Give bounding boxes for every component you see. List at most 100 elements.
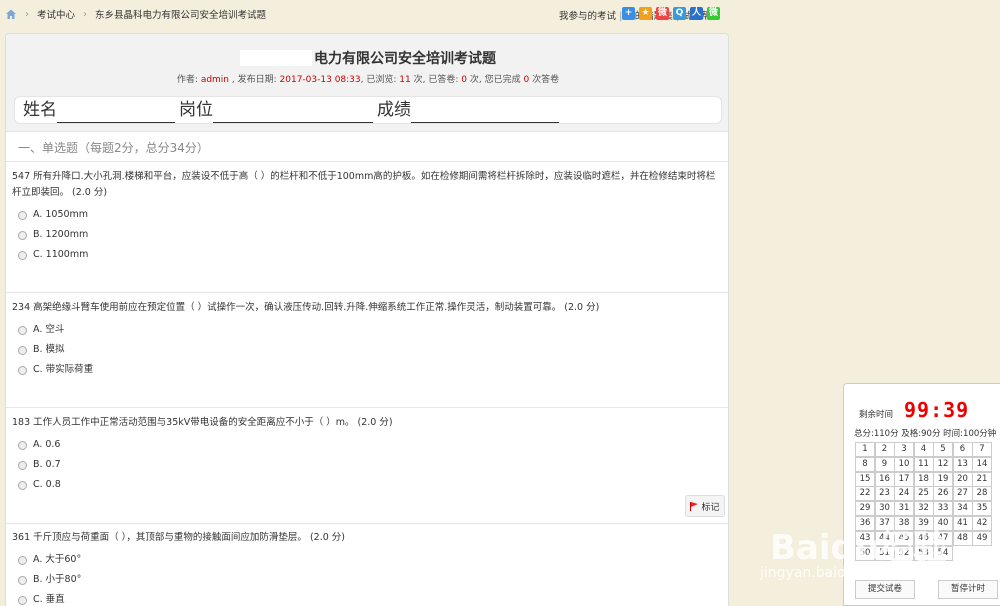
link-my-exams[interactable]: 我参与的考试 bbox=[559, 11, 616, 22]
radio-button[interactable] bbox=[18, 460, 27, 470]
divider bbox=[6, 161, 728, 162]
question-text: 183 工作人员工作中正常活动范围与35kV带电设备的安全距离应不小于（ ）m。… bbox=[12, 417, 393, 428]
page-title: 电力有限公司安全培训考试题 bbox=[314, 51, 496, 67]
name-label: 姓名 bbox=[23, 100, 57, 120]
question-number-cell[interactable]: 23 bbox=[874, 486, 895, 502]
radio-button[interactable] bbox=[18, 210, 27, 220]
breadcrumb-current[interactable]: 东乡县晶科电力有限公司安全培训考试题 bbox=[95, 7, 266, 21]
radio-button[interactable] bbox=[18, 365, 27, 375]
option-item[interactable]: A. 1050mm bbox=[18, 205, 722, 225]
question-number-cell[interactable]: 21 bbox=[972, 471, 992, 487]
question-number-cell[interactable]: 18 bbox=[913, 471, 934, 487]
question-number-cell[interactable]: 27 bbox=[952, 486, 973, 502]
radio-button[interactable] bbox=[18, 440, 27, 450]
question-number-cell[interactable]: 5 bbox=[933, 442, 953, 457]
mark-label: 标记 bbox=[701, 502, 720, 513]
share-icons: + ★ 微 Q 人 微 bbox=[622, 7, 720, 20]
radio-button[interactable] bbox=[18, 595, 27, 605]
question-item: 234 高架绝缘斗臂车使用前应在预定位置（ ）试操作一次，确认液压传动.回转.升… bbox=[12, 300, 722, 380]
radio-button[interactable] bbox=[18, 230, 27, 240]
title-row: 电力有限公司安全培训考试题 bbox=[6, 48, 730, 68]
question-number-cell[interactable]: 14 bbox=[972, 456, 992, 472]
option-item[interactable]: B. 模拟 bbox=[18, 340, 722, 360]
question-text: 234 高架绝缘斗臂车使用前应在预定位置（ ）试操作一次，确认液压传动.回转.升… bbox=[12, 302, 600, 313]
submit-button[interactable]: 提交试卷 bbox=[855, 580, 915, 599]
option-item[interactable]: A. 大于60° bbox=[18, 550, 722, 570]
home-icon[interactable] bbox=[5, 8, 17, 20]
question-number-cell[interactable]: 15 bbox=[855, 471, 875, 487]
question-number-cell[interactable]: 8 bbox=[855, 456, 875, 472]
question-number-cell[interactable]: 7 bbox=[972, 442, 992, 457]
question-number-cell[interactable]: 19 bbox=[933, 471, 953, 487]
question-number-cell[interactable]: 20 bbox=[952, 471, 973, 487]
question-item: 361 千斤顶应与荷重面（ ），其顶部与重物的接触面间应加防滑垫层。 (2.0 … bbox=[12, 530, 722, 606]
question-number-cell[interactable]: 29 bbox=[855, 501, 875, 517]
question-number-cell[interactable]: 25 bbox=[913, 486, 934, 502]
option-item[interactable]: C. 0.8 bbox=[18, 475, 722, 495]
divider bbox=[6, 407, 728, 408]
question-number-cell[interactable]: 34 bbox=[952, 501, 973, 517]
chevron-right-icon: › bbox=[25, 8, 29, 20]
title-redaction bbox=[240, 50, 312, 66]
question-number-cell[interactable]: 41 bbox=[952, 516, 973, 531]
option-item[interactable]: A. 空斗 bbox=[18, 320, 722, 340]
question-number-cell[interactable]: 13 bbox=[952, 456, 973, 472]
post-label: 岗位 bbox=[179, 100, 213, 120]
question-number-cell[interactable]: 22 bbox=[855, 486, 875, 502]
question-number-cell[interactable]: 32 bbox=[913, 501, 934, 517]
question-number-cell[interactable]: 12 bbox=[933, 456, 953, 472]
radio-button[interactable] bbox=[18, 555, 27, 565]
question-number-cell[interactable]: 4 bbox=[913, 442, 934, 457]
question-number-cell[interactable]: 6 bbox=[952, 442, 973, 457]
question-number-cell[interactable]: 24 bbox=[894, 486, 914, 502]
timer-value: 99:39 bbox=[904, 398, 970, 422]
radio-button[interactable] bbox=[18, 345, 27, 355]
question-number-cell[interactable]: 49 bbox=[972, 530, 992, 546]
star-icon[interactable]: ★ bbox=[639, 7, 652, 20]
breadcrumb-exam-center[interactable]: 考试中心 bbox=[37, 7, 75, 21]
score-blank bbox=[411, 103, 559, 123]
weibo-icon[interactable]: 微 bbox=[656, 7, 669, 20]
question-number-cell[interactable]: 2 bbox=[874, 442, 895, 457]
question-item: 547 所有升降口.大小孔洞.楼梯和平台，应装设不低于高（ ）的栏杆和不低于10… bbox=[12, 169, 722, 265]
question-number-cell[interactable]: 33 bbox=[933, 501, 953, 517]
wechat-icon[interactable]: 微 bbox=[707, 7, 720, 20]
option-item[interactable]: B. 0.7 bbox=[18, 455, 722, 475]
radio-button[interactable] bbox=[18, 480, 27, 490]
option-item[interactable]: C. 1100mm bbox=[18, 245, 722, 265]
question-number-cell[interactable]: 26 bbox=[933, 486, 953, 502]
pause-timer-button[interactable]: 暂停计时 bbox=[938, 580, 998, 599]
question-number-cell[interactable]: 30 bbox=[874, 501, 895, 517]
question-number-cell[interactable]: 35 bbox=[972, 501, 992, 517]
option-item[interactable]: A. 0.6 bbox=[18, 435, 722, 455]
watermark: Baidu经验 bbox=[770, 528, 948, 568]
question-number-cell[interactable]: 16 bbox=[874, 471, 895, 487]
renren-icon[interactable]: 人 bbox=[690, 7, 703, 20]
add-icon[interactable]: + bbox=[622, 7, 635, 20]
timer-label: 剩余时间 bbox=[859, 410, 894, 420]
option-item[interactable]: B. 小于80° bbox=[18, 570, 722, 590]
radio-button[interactable] bbox=[18, 575, 27, 585]
radio-button[interactable] bbox=[18, 325, 27, 335]
watermark-url: jingyan.baidu.com bbox=[760, 565, 890, 581]
question-number-cell[interactable]: 9 bbox=[874, 456, 895, 472]
section-title: 一、单选题（每题2分，总分34分） bbox=[18, 141, 209, 155]
option-item[interactable]: B. 1200mm bbox=[18, 225, 722, 245]
question-number-cell[interactable]: 11 bbox=[913, 456, 934, 472]
top-nav: › 考试中心 › 东乡县晶科电力有限公司安全培训考试题 bbox=[0, 0, 1000, 28]
question-number-cell[interactable]: 28 bbox=[972, 486, 992, 502]
question-number-cell[interactable]: 3 bbox=[894, 442, 914, 457]
mark-button[interactable]: 标记 bbox=[685, 495, 725, 517]
question-number-cell[interactable]: 48 bbox=[952, 530, 973, 546]
option-item[interactable]: C. 带实际荷重 bbox=[18, 360, 722, 380]
question-number-cell[interactable]: 17 bbox=[894, 471, 914, 487]
question-number-cell[interactable]: 10 bbox=[894, 456, 914, 472]
radio-button[interactable] bbox=[18, 250, 27, 260]
author[interactable]: admin bbox=[201, 75, 229, 85]
question-number-cell[interactable]: 31 bbox=[894, 501, 914, 517]
question-number-cell[interactable]: 1 bbox=[855, 442, 875, 457]
name-bar: 姓名 岗位 成绩 bbox=[14, 96, 722, 124]
option-item[interactable]: C. 垂直 bbox=[18, 590, 722, 606]
question-number-cell[interactable]: 42 bbox=[972, 516, 992, 531]
qq-icon[interactable]: Q bbox=[673, 7, 686, 20]
